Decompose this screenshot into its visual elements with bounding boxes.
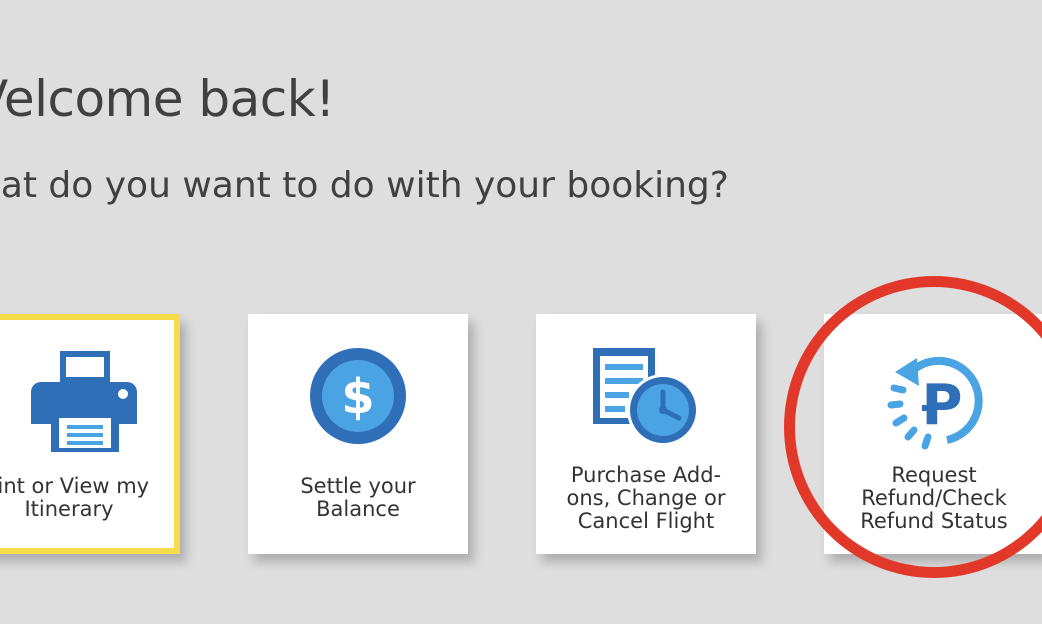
svg-text:$: $ (341, 369, 374, 425)
booking-question: hat do you want to do with your booking? (0, 165, 729, 206)
request-refund-label: Request Refund/Check Refund Status (860, 462, 1008, 533)
print-itinerary-card[interactable]: rint or View my Itinerary (0, 314, 180, 554)
document-clock-icon (591, 348, 701, 452)
dollar-coin-icon: $ (303, 348, 413, 452)
purchase-addons-card[interactable]: Purchase Add- ons, Change or Cancel Flig… (536, 314, 756, 554)
request-refund-card[interactable]: P Request Refund/Check Refund Status (824, 314, 1042, 554)
purchase-addons-label: Purchase Add- ons, Change or Cancel Flig… (566, 462, 726, 533)
refund-p-icon: P (879, 348, 989, 452)
print-itinerary-label: rint or View my Itinerary (0, 474, 150, 521)
settle-balance-card[interactable]: $ Settle your Balance (248, 314, 468, 554)
settle-balance-label: Settle your Balance (300, 474, 416, 521)
printer-icon (29, 348, 139, 452)
welcome-heading: Velcome back! (0, 70, 335, 128)
